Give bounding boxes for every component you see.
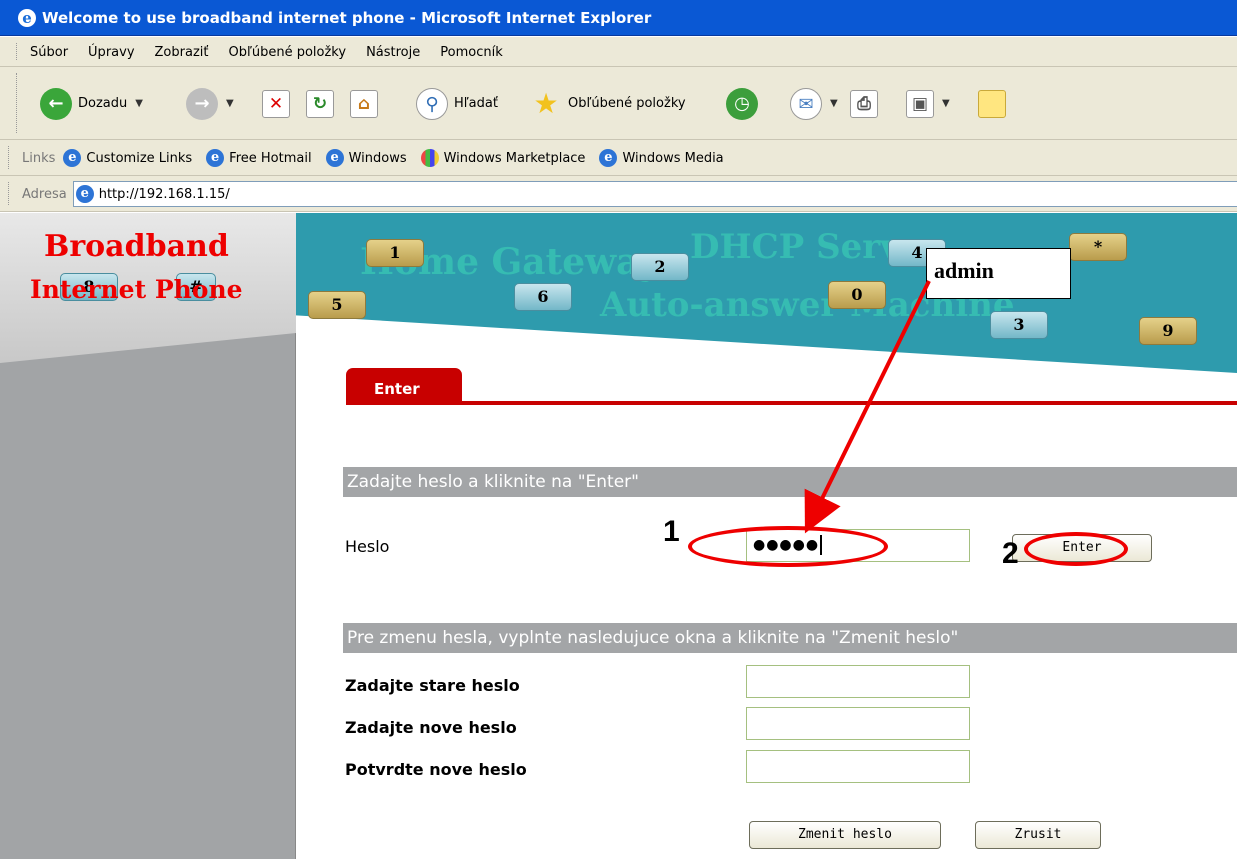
address-bar: Adresa e http://192.168.1.15/ (0, 176, 1237, 212)
print-button[interactable]: ⎙ (850, 67, 878, 140)
new-password-input[interactable] (746, 707, 970, 740)
chevron-down-icon[interactable]: ▼ (135, 98, 143, 109)
menu-help[interactable]: Pomocník (440, 45, 502, 60)
window-title-bar: e Welcome to use broadband internet phon… (0, 0, 1237, 36)
menu-file[interactable]: Súbor (30, 45, 68, 60)
printer-icon: ⎙ (850, 89, 878, 118)
page-content: 8 # Broadband Internet Phone Home Gatewa… (0, 213, 1237, 859)
ie-page-icon: e (206, 149, 225, 167)
window-title: Welcome to use broadband internet phone … (42, 9, 652, 27)
keypad-key-3: 3 (990, 311, 1048, 339)
back-button[interactable]: ← Dozadu ▼ (40, 67, 143, 140)
menu-tools[interactable]: Nástroje (366, 45, 420, 60)
home-icon: ⌂ (350, 89, 378, 118)
logo-broadband: Broadband (44, 229, 229, 264)
mail-button[interactable]: ✉ ▼ (790, 67, 838, 140)
old-password-input[interactable] (746, 665, 970, 698)
address-url: http://192.168.1.15/ (98, 186, 230, 202)
link-label: Windows Media (622, 150, 724, 166)
old-password-label: Zadajte stare heslo (345, 676, 520, 695)
menu-edit[interactable]: Úpravy (88, 45, 134, 60)
keypad-key-5: 5 (308, 291, 366, 319)
left-panel: 8 # Broadband Internet Phone (0, 213, 296, 859)
confirm-password-label: Potvrdte nove heslo (345, 760, 527, 779)
keypad-key-1: 1 (366, 239, 424, 267)
toolbar-grip (16, 73, 19, 133)
refresh-icon: ↻ (306, 89, 334, 118)
confirm-password-input[interactable] (746, 750, 970, 783)
annotation-step-1: 1 (663, 515, 680, 548)
home-button[interactable]: ⌂ (350, 67, 378, 140)
annotation-ellipse-enter (1024, 532, 1128, 566)
history-icon: ◷ (726, 87, 758, 120)
toolbar-grip (16, 43, 19, 60)
search-label: Hľadať (454, 96, 498, 111)
stop-button[interactable]: ✕ (262, 67, 290, 140)
edit-button[interactable]: ▣ ▼ (906, 67, 950, 140)
search-button[interactable]: ⚲ Hľadať (416, 67, 498, 140)
links-label: Links (22, 150, 56, 166)
link-windows-marketplace[interactable]: Windows Marketplace (420, 149, 586, 167)
back-arrow-icon: ← (40, 87, 72, 120)
address-input[interactable]: e http://192.168.1.15/ (72, 181, 1237, 207)
chevron-down-icon[interactable]: ▼ (226, 98, 234, 109)
edit-page-icon: ▣ (906, 89, 934, 118)
ie-page-icon: e (75, 185, 94, 203)
stop-icon: ✕ (262, 89, 290, 118)
menu-favorites[interactable]: Obľúbené položky (228, 45, 346, 60)
note-icon (978, 89, 1006, 118)
annotation-step-2: 2 (1002, 537, 1019, 570)
link-free-hotmail[interactable]: e Free Hotmail (206, 149, 312, 167)
new-password-label: Zadajte nove heslo (345, 718, 517, 737)
link-windows-media[interactable]: e Windows Media (599, 149, 724, 167)
chevron-down-icon[interactable]: ▼ (942, 98, 950, 109)
keypad-key-6: 6 (514, 283, 572, 311)
favorites-button[interactable]: ★ Obľúbené položky (530, 67, 686, 140)
mail-icon: ✉ (790, 87, 822, 120)
refresh-button[interactable]: ↻ (306, 67, 334, 140)
cancel-button[interactable]: Zrusit (975, 821, 1101, 849)
link-label: Windows (348, 150, 407, 166)
change-password-button[interactable]: Zmenit heslo (749, 821, 941, 849)
tab-enter[interactable]: Enter (346, 368, 462, 402)
change-password-section-header: Pre zmenu hesla, vyplnte nasledujuce okn… (343, 623, 1237, 653)
link-label: Free Hotmail (229, 150, 312, 166)
history-button[interactable]: ◷ (726, 67, 758, 140)
forward-arrow-icon: → (186, 87, 218, 120)
password-label: Heslo (345, 537, 390, 556)
search-icon: ⚲ (416, 87, 448, 120)
toolbar-grip (8, 182, 11, 205)
forward-button[interactable]: → ▼ (186, 67, 234, 140)
annotation-ellipse-password (688, 526, 888, 567)
annotation-callout-admin: admin (926, 248, 1071, 299)
notes-button[interactable] (978, 67, 1006, 140)
ie-page-icon: e (325, 149, 344, 167)
keypad-key-9: 9 (1139, 317, 1197, 345)
back-label: Dozadu (78, 96, 128, 111)
keypad-key-0: 0 (828, 281, 886, 309)
menu-bar: Súbor Úpravy Zobraziť Obľúbené položky N… (0, 37, 1237, 67)
link-customize-links[interactable]: e Customize Links (63, 149, 192, 167)
windows-logo-icon (420, 149, 439, 167)
keypad-key-star: * (1069, 233, 1127, 261)
link-label: Customize Links (86, 150, 193, 166)
logo-internet-phone: Internet Phone (30, 275, 243, 304)
menu-view[interactable]: Zobraziť (155, 45, 209, 60)
tab-underline (346, 401, 1237, 405)
toolbar-grip (8, 146, 11, 169)
chevron-down-icon[interactable]: ▼ (830, 98, 838, 109)
ie-page-icon: e (63, 149, 82, 167)
link-label: Windows Marketplace (443, 150, 586, 166)
ie-page-icon: e (599, 149, 618, 167)
keypad-key-2: 2 (631, 253, 689, 281)
address-label: Adresa (22, 186, 67, 202)
standard-toolbar: ← Dozadu ▼ → ▼ ✕ ↻ ⌂ ⚲ Hľadať ★ Obľúbené… (0, 67, 1237, 140)
links-bar: Links e Customize Links e Free Hotmail e Wi… (0, 140, 1237, 176)
login-section-header: Zadajte heslo a kliknite na "Enter" (343, 467, 1237, 497)
link-windows[interactable]: e Windows (325, 149, 407, 167)
ie-logo-icon: e (18, 9, 36, 27)
favorites-label: Obľúbené položky (568, 96, 686, 111)
star-icon: ★ (533, 86, 559, 120)
